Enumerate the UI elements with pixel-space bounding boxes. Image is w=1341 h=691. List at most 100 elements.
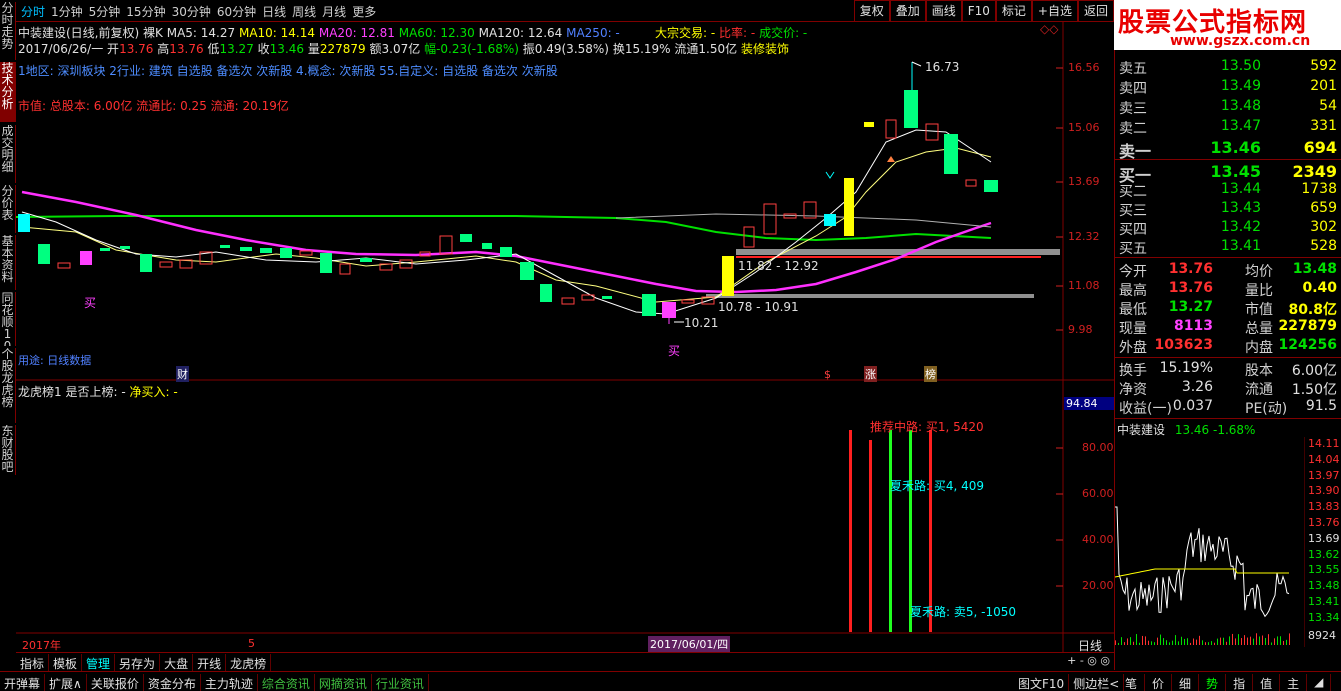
mini-vol-bar	[1289, 633, 1290, 645]
limit-up-marker[interactable]: 涨	[864, 366, 877, 382]
bottom-tab[interactable]: 扩展∧	[45, 674, 87, 691]
bottom-tab[interactable]: 网摘资讯	[315, 674, 372, 691]
status-icon[interactable]: 笔	[1118, 674, 1146, 691]
ask-volume: 54	[1319, 98, 1337, 114]
mini-vol-bar	[1124, 642, 1125, 645]
status-icon[interactable]: 主	[1280, 674, 1308, 691]
status-icon[interactable]: 价	[1145, 674, 1173, 691]
bottom-tab[interactable]: 关联报价	[87, 674, 144, 691]
mini-vol-bar	[1250, 636, 1251, 645]
status-icon[interactable]: 细	[1172, 674, 1200, 691]
status-button[interactable]: 图文F10	[1014, 674, 1070, 691]
period-tab[interactable]: 5分钟	[86, 2, 124, 21]
bottom-tab[interactable]: 综合资讯	[258, 674, 315, 691]
period-tab[interactable]: 日线	[259, 2, 289, 21]
mini-vol-bar	[1148, 640, 1149, 645]
mini-vol-bar	[1280, 636, 1281, 645]
bottom-tab[interactable]: 资金分布	[144, 674, 201, 691]
status-icon[interactable]: 指	[1226, 674, 1254, 691]
period-tab[interactable]: 1分钟	[48, 2, 86, 21]
stat-row: 最高 13.76 量比 0.40	[1119, 280, 1337, 299]
period-tab[interactable]: 月线	[319, 2, 349, 21]
price-tick-label: 11.08	[1068, 279, 1100, 292]
low-price-label: 10.21	[684, 316, 719, 330]
tool-button[interactable]: +自选	[1031, 0, 1078, 22]
stat-value: 103623	[1154, 337, 1213, 353]
zoom-controls[interactable]: + - ◎ ◎	[1067, 654, 1110, 667]
period-tab[interactable]: 60分钟	[214, 2, 259, 21]
lhb-label-a: 推荐中路: 买1, 5420	[870, 420, 984, 434]
status-bar: 开弹幕 扩展∧ 关联报价 资金分布 主力轨迹 综合资讯 网摘资讯 行业资讯 图文F10 侧边栏<…	[0, 671, 1341, 691]
sidebar-tab-6[interactable]: 个股龙虎榜	[0, 348, 16, 423]
divider	[1115, 257, 1341, 258]
divider	[1115, 357, 1341, 358]
bottom-tab[interactable]: 行业资讯	[372, 674, 429, 691]
fin-value-2: 1.50亿	[1291, 382, 1337, 398]
mini-tick: 13.83	[1308, 500, 1340, 514]
period-tab[interactable]: 30分钟	[169, 2, 214, 21]
candle	[925, 123, 939, 141]
mini-vol-bar	[1232, 633, 1233, 645]
period-tab[interactable]: 分时	[18, 2, 48, 21]
period-tab[interactable]: 周线	[289, 2, 319, 21]
candle	[602, 296, 612, 299]
candle	[824, 214, 836, 226]
candle	[159, 261, 173, 268]
status-right: 图文F10 侧边栏<	[1014, 674, 1125, 691]
ask-label: 卖五	[1119, 61, 1147, 77]
sidebar-tab-7[interactable]: 东财股吧	[0, 425, 16, 475]
mini-tick: 13.97	[1308, 468, 1340, 482]
status-icon[interactable]: 值	[1253, 674, 1281, 691]
tool-button[interactable]: 返回	[1077, 0, 1114, 22]
candle	[120, 246, 130, 249]
period-tab[interactable]: 更多	[349, 2, 379, 21]
bottom-tab[interactable]: 开弹幕	[0, 674, 46, 691]
bid-label: 买五	[1119, 241, 1147, 257]
ranking-marker[interactable]: 榜	[924, 366, 937, 382]
candle	[763, 203, 777, 235]
tool-button[interactable]: F10	[961, 0, 996, 22]
sidebar-tab-label: 成交明细	[1, 125, 14, 174]
mini-tick: 13.34	[1308, 610, 1340, 624]
kline-chart[interactable]	[16, 22, 1114, 652]
fin-row: 净资 3.26 流通 1.50亿	[1119, 379, 1337, 398]
stat-value: 13.27	[1168, 299, 1213, 315]
tool-button[interactable]: 复权	[853, 0, 890, 22]
mini-vol-bar	[1196, 639, 1197, 645]
mini-vol-bar	[1184, 638, 1185, 645]
bottom-tab[interactable]: 主力轨迹	[201, 674, 258, 691]
status-icon[interactable]: 势	[1199, 674, 1227, 691]
sidebar-tab-2[interactable]: 成交明细	[0, 125, 16, 183]
mini-vol-bar	[1169, 642, 1170, 645]
mini-vol-bar	[1244, 635, 1245, 645]
sidebar-tab-0[interactable]: 分时走势	[0, 2, 16, 60]
mini-chart-header: 中装建设 13.46 -1.68%	[1117, 421, 1255, 438]
dollar-icon[interactable]: $	[824, 368, 831, 381]
candle	[482, 243, 492, 249]
status-icon[interactable]: ◢	[1307, 674, 1332, 691]
sidebar-tab-3[interactable]: 分价表	[0, 185, 16, 233]
lhb-bar	[849, 430, 852, 632]
sidebar-tab-1[interactable]: 技术分析	[0, 62, 16, 122]
intraday-mini-chart[interactable]	[1115, 437, 1305, 647]
sidebar-tab-4[interactable]: 基本资料	[0, 235, 16, 290]
mini-vol-bar	[1178, 641, 1179, 645]
mini-vol-label: 8924	[1308, 629, 1336, 642]
sidebar-tab-label: 分价表	[1, 185, 14, 222]
ask-price: 13.46	[1210, 138, 1261, 157]
tool-button[interactable]: 标记	[995, 0, 1032, 22]
high-arrow	[911, 61, 922, 67]
indicator-tabs-bar: 指标 模板 管理 另存为 大盘 开线 龙虎榜 + - ◎ ◎	[16, 652, 1114, 673]
status-button[interactable]: 侧边栏<	[1069, 674, 1125, 691]
mini-vol-bar	[1277, 636, 1278, 645]
finance-marker[interactable]: 财	[176, 366, 189, 382]
mini-vol-bar	[1214, 642, 1215, 645]
bid-row: 买一 13.45 2349	[1119, 162, 1337, 185]
tool-button[interactable]: 画线	[925, 0, 962, 22]
mini-vol-bar	[1265, 637, 1266, 645]
mini-vol-bar	[1115, 640, 1116, 645]
period-tab[interactable]: 15分钟	[123, 2, 168, 21]
tool-button[interactable]: 叠加	[889, 0, 926, 22]
candle	[722, 256, 734, 296]
sidebar-tab-5[interactable]: 同花顺10	[0, 292, 16, 346]
